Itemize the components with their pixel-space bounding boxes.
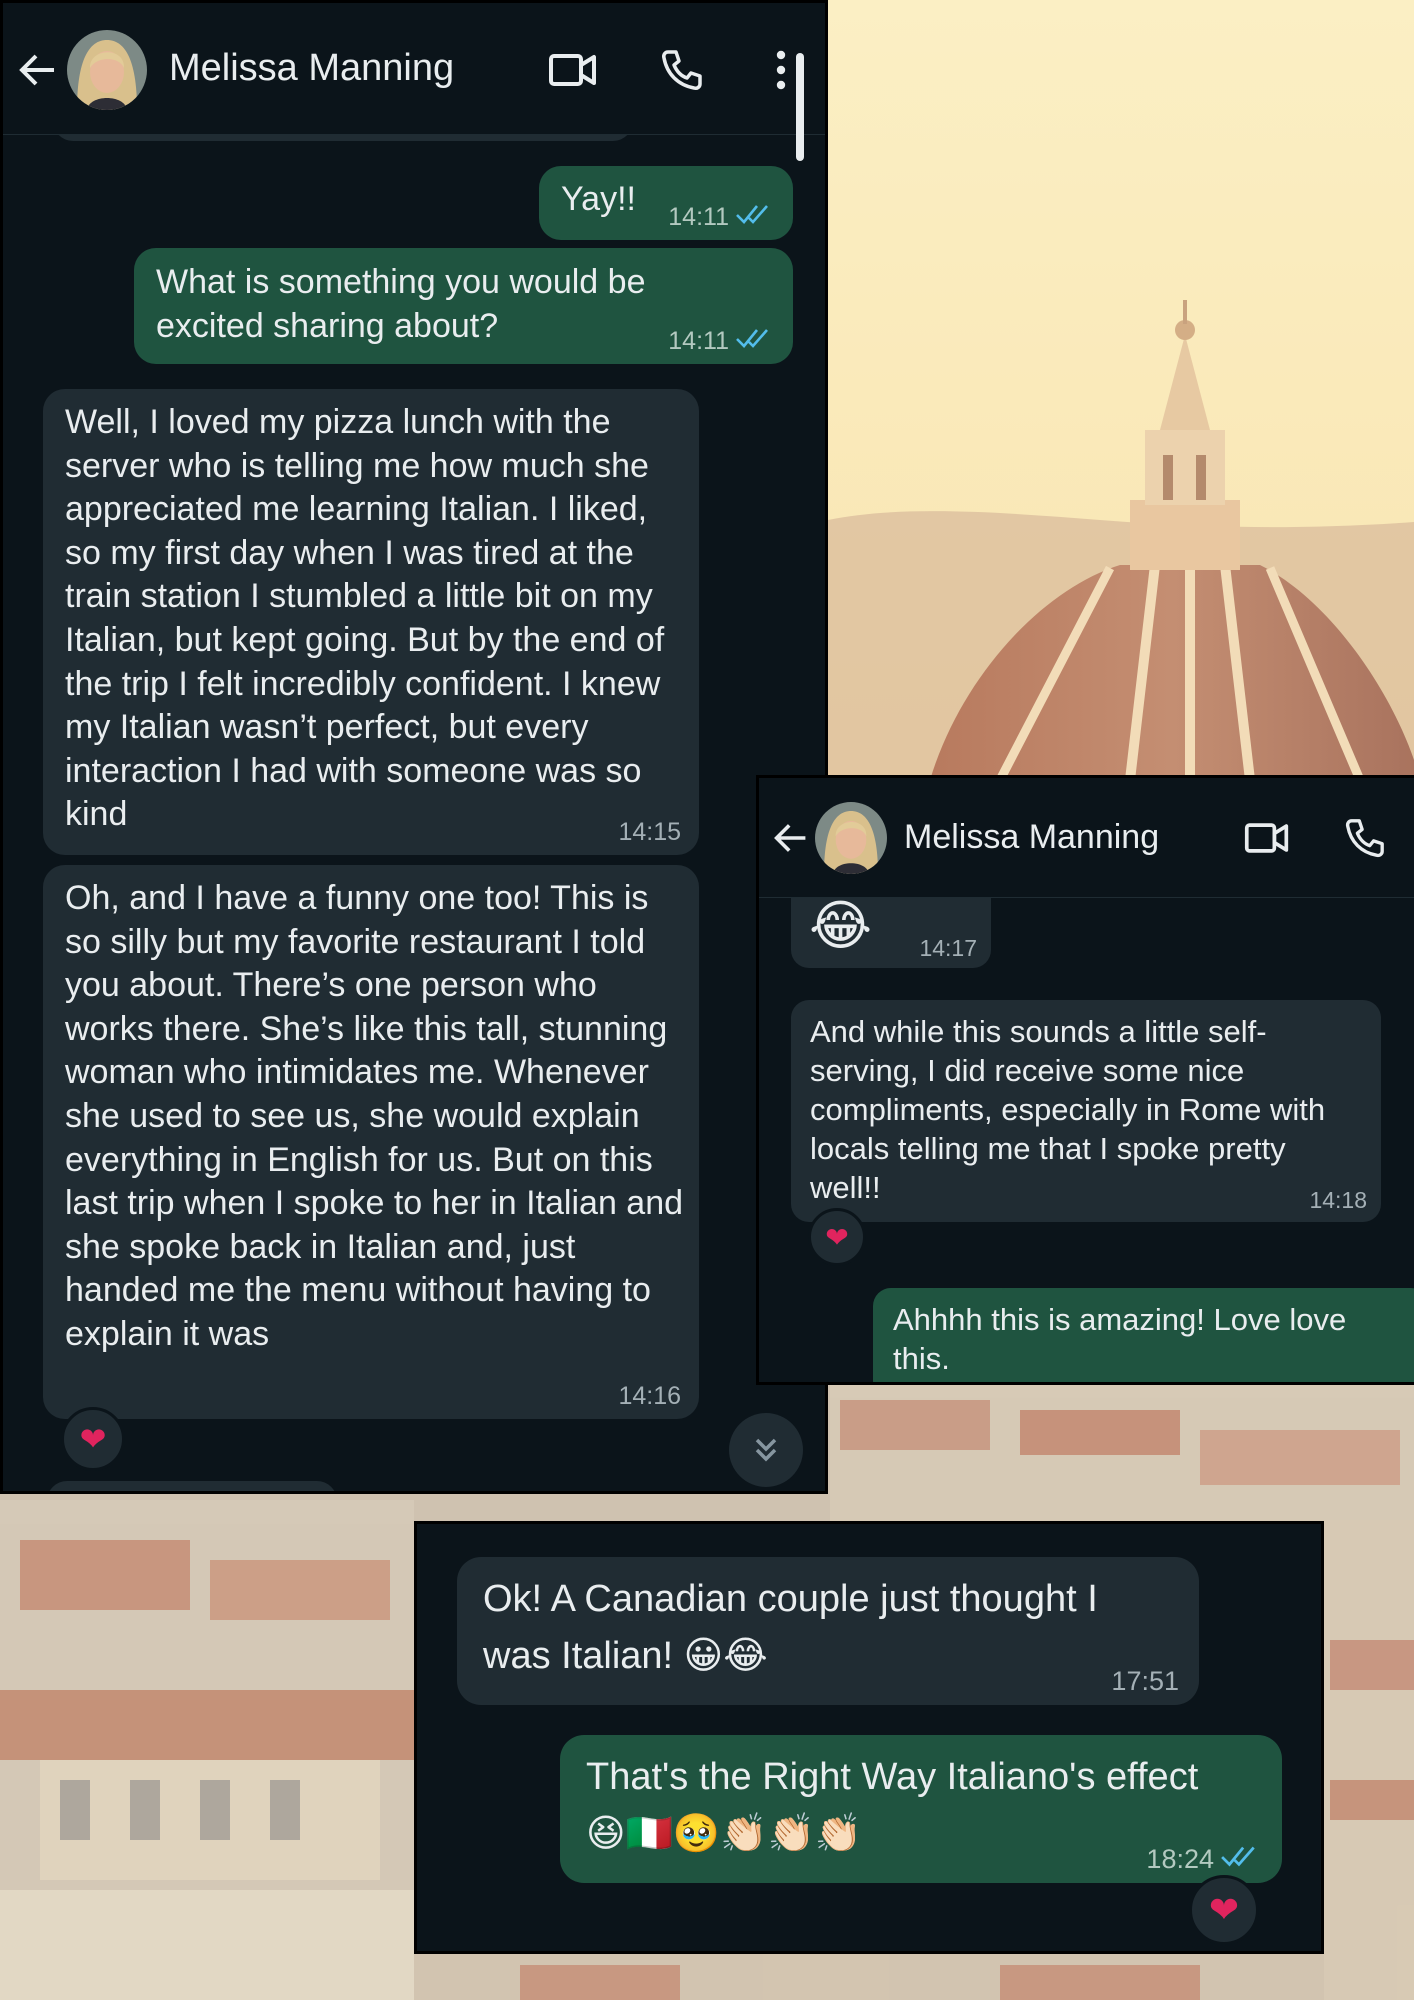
back-arrow-icon[interactable] [15, 47, 61, 93]
message-text: Well, I loved my pizza lunch with the se… [65, 403, 665, 834]
message-text: Ahhhh this is amazing! Love love this. [893, 1302, 1347, 1376]
chat-header: Melissa Manning [759, 778, 1414, 898]
message-bubble-incoming[interactable]: Ok! A Canadian couple just thought I was… [457, 1557, 1199, 1705]
read-receipt-icon [1220, 1844, 1260, 1875]
message-bubble-outgoing[interactable]: What is something you would be excited s… [134, 248, 793, 364]
message-bubble-outgoing[interactable]: Yay!! 14:11 [539, 166, 793, 240]
message-bubble-outgoing[interactable]: That's the Right Way Italiano's effect 😆… [560, 1735, 1282, 1883]
back-arrow-icon[interactable] [771, 818, 811, 858]
avatar[interactable] [815, 802, 887, 874]
message-time: 14:17 [919, 935, 977, 961]
message-text: Yay!! [561, 180, 636, 218]
scrollbar[interactable] [796, 53, 804, 161]
message-meta: 17:51 [1111, 1666, 1179, 1697]
message-meta: 14:15 [618, 818, 681, 847]
message-text: Oh, and I have a funny one too! This is … [65, 879, 684, 1353]
message-meta: 14:16 [618, 1382, 681, 1411]
chat-window-secondary: 😂 14:17 And while this sounds a little s… [756, 775, 1414, 1385]
message-time: 14:11 [668, 327, 729, 355]
video-call-icon[interactable] [1243, 817, 1291, 859]
message-time: 18:24 [1146, 1844, 1214, 1874]
message-bubble-incoming[interactable]: Oh, and I have a funny one too! This is … [43, 865, 699, 1419]
heart-reaction-icon[interactable]: ❤ [61, 1407, 125, 1471]
heart-reaction-icon[interactable]: ❤ [808, 1208, 866, 1266]
message-meta: 14:11 [668, 203, 773, 232]
message-meta: 14:11 [668, 327, 773, 356]
message-text: What is something you would be excited s… [156, 263, 646, 345]
message-time: 17:51 [1111, 1666, 1179, 1696]
partial-bubble-bottom [47, 1481, 337, 1491]
message-list[interactable]: Ok! A Canadian couple just thought I was… [417, 1524, 1321, 1951]
avatar[interactable] [67, 30, 147, 110]
phone-call-icon[interactable] [1343, 816, 1387, 860]
chat-window-main: Yay!! 14:11 What is something you would … [0, 0, 828, 1494]
chat-window-third: Ok! A Canadian couple just thought I was… [414, 1521, 1324, 1954]
read-receipt-icon [735, 327, 773, 356]
message-bubble-incoming[interactable]: And while this sounds a little self-serv… [791, 1000, 1381, 1222]
scroll-down-button[interactable] [729, 1413, 803, 1487]
video-call-icon[interactable] [547, 47, 599, 93]
message-text: And while this sounds a little self-serv… [810, 1014, 1326, 1205]
message-time: 14:18 [1309, 1187, 1367, 1213]
chat-header: Melissa Manning [3, 3, 825, 135]
message-bubble-incoming[interactable]: Well, I loved my pizza lunch with the se… [43, 389, 699, 855]
message-meta: 14:18 [1309, 1187, 1367, 1214]
message-meta: 18:24 [1146, 1844, 1260, 1875]
read-receipt-icon [735, 203, 773, 232]
contact-name[interactable]: Melissa Manning [169, 47, 454, 90]
more-options-icon[interactable] [769, 49, 793, 91]
message-text: 😂 [809, 894, 873, 957]
message-bubble-outgoing[interactable]: Ahhhh this is amazing! Love love this. [873, 1288, 1414, 1382]
contact-name[interactable]: Melissa Manning [904, 818, 1159, 857]
message-text: Ok! A Canadian couple just thought I was… [483, 1578, 1098, 1677]
heart-reaction-icon[interactable]: ❤ [1189, 1875, 1259, 1945]
message-list[interactable]: Yay!! 14:11 What is something you would … [3, 3, 825, 1491]
message-time: 14:11 [668, 203, 729, 231]
scroll-down-icon [755, 1438, 777, 1462]
phone-call-icon[interactable] [659, 47, 705, 93]
message-time: 14:16 [618, 1382, 681, 1410]
message-text: That's the Right Way Italiano's effect 😆… [586, 1756, 1199, 1855]
message-time: 14:15 [618, 818, 681, 846]
message-meta: 14:17 [919, 935, 977, 962]
